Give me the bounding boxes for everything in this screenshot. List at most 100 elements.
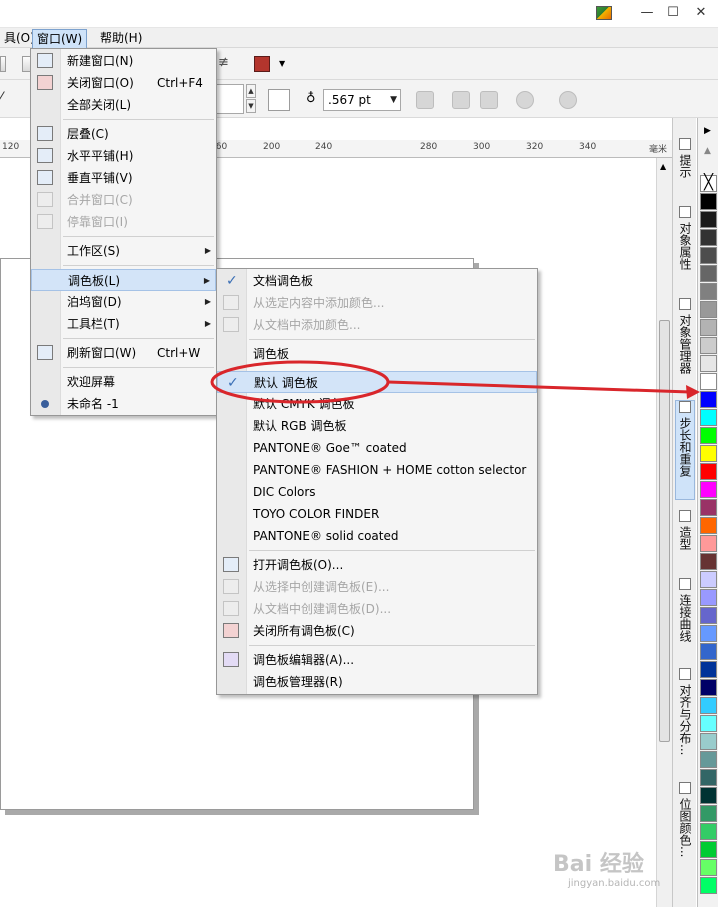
spin-up-icon[interactable]: ▲ — [246, 84, 256, 98]
menu-item-color-palettes[interactable]: 调色板(L) ▶ — [31, 269, 216, 291]
rounded-corner-icon[interactable] — [268, 89, 290, 111]
palette-flyout-icon[interactable]: ▶ — [704, 126, 711, 136]
menu-window[interactable]: 窗口(W) — [32, 29, 88, 49]
menu-item-close-window[interactable]: 关闭窗口(O) Ctrl+F4 — [31, 72, 216, 94]
menu-item-default-palette[interactable]: ✓ 默认 调色板 — [217, 371, 537, 393]
menu-help[interactable]: 帮助(H) — [96, 28, 146, 48]
color-swatch[interactable] — [700, 481, 717, 498]
wrap-text-icon[interactable] — [416, 91, 434, 109]
color-swatch[interactable] — [700, 499, 717, 516]
menu-item-open-palette[interactable]: 打开调色板(O)... — [217, 554, 537, 576]
menu-item-default-rgb[interactable]: 默认 RGB 调色板 — [217, 415, 537, 437]
docker-tab-hints[interactable]: 提示 — [675, 138, 695, 188]
minimize-button[interactable]: — — [636, 4, 658, 22]
outline-width-select[interactable]: .567 pt ▼ — [323, 89, 401, 111]
menu-item-pantone-fashion[interactable]: PANTONE® FASHION + HOME cotton selector — [217, 459, 537, 481]
docker-tab-step-repeat[interactable]: 步长和重复 — [675, 400, 695, 500]
menu-item-close-all[interactable]: 全部关闭(L) — [31, 94, 216, 116]
convert-icon[interactable] — [516, 91, 534, 109]
vertical-scrollbar[interactable]: ▲ — [656, 158, 672, 907]
toolbar-icon[interactable] — [0, 56, 6, 72]
color-swatch[interactable] — [700, 445, 717, 462]
docker-tab-object-properties[interactable]: 对象属性 — [675, 206, 695, 286]
size-field[interactable] — [216, 84, 244, 114]
menu-item-palette[interactable]: 调色板 — [217, 343, 537, 365]
color-swatch[interactable] — [700, 841, 717, 858]
restore-button[interactable]: ☐ — [662, 4, 684, 22]
color-swatch[interactable] — [700, 319, 717, 336]
docker-tab-connect-curves[interactable]: 连接曲线 — [675, 578, 695, 658]
color-swatch[interactable] — [700, 877, 717, 894]
color-swatch[interactable] — [700, 823, 717, 840]
color-swatch[interactable] — [700, 229, 717, 246]
menu-item-workspace[interactable]: 工作区(S) ▶ — [31, 240, 216, 262]
menu-item-welcome-screen[interactable]: 欢迎屏幕 — [31, 371, 216, 393]
menu-item-palette-editor[interactable]: 调色板编辑器(A)... — [217, 649, 537, 671]
no-color-swatch[interactable]: ╳ — [700, 175, 717, 192]
color-swatch[interactable] — [700, 391, 717, 408]
launcher-icon[interactable] — [254, 56, 270, 72]
color-swatch[interactable] — [700, 409, 717, 426]
scrollbar-thumb[interactable] — [659, 320, 670, 742]
to-front-icon[interactable] — [452, 91, 470, 109]
color-swatch[interactable] — [700, 679, 717, 696]
spin-down-icon[interactable]: ▼ — [246, 99, 256, 113]
color-swatch[interactable] — [700, 697, 717, 714]
color-swatch[interactable] — [700, 769, 717, 786]
menu-item-tile-vertical[interactable]: 垂直平铺(V) — [31, 167, 216, 189]
color-swatch[interactable] — [700, 211, 717, 228]
color-swatch[interactable] — [700, 571, 717, 588]
color-swatch[interactable] — [700, 193, 717, 210]
color-swatch[interactable] — [700, 733, 717, 750]
menu-item-default-cmyk[interactable]: 默认 CMYK 调色板 — [217, 393, 537, 415]
chevron-down-icon[interactable]: ▼ — [390, 90, 397, 110]
docker-tab-shaping[interactable]: 造型 — [675, 510, 695, 560]
menu-item-untitled-document[interactable]: 未命名 -1 — [31, 393, 216, 415]
color-swatch[interactable] — [700, 373, 717, 390]
menu-item-refresh-window[interactable]: 刷新窗口(W) Ctrl+W — [31, 342, 216, 364]
color-swatch[interactable] — [700, 661, 717, 678]
menu-item-dic-colors[interactable]: DIC Colors — [217, 481, 537, 503]
color-swatch[interactable] — [700, 643, 717, 660]
menu-item-pantone-goe[interactable]: PANTONE® Goe™ coated — [217, 437, 537, 459]
chevron-down-icon[interactable]: ▼ — [279, 59, 285, 68]
color-swatch[interactable] — [700, 715, 717, 732]
menu-item-dockers[interactable]: 泊坞窗(D) ▶ — [31, 291, 216, 313]
color-swatch[interactable] — [700, 607, 717, 624]
color-swatch[interactable] — [700, 805, 717, 822]
color-swatch[interactable] — [700, 301, 717, 318]
color-swatch[interactable] — [700, 247, 717, 264]
freehand-icon[interactable]: ⁄ — [0, 90, 2, 106]
docker-tab-object-manager[interactable]: 对象管理器 — [675, 298, 695, 388]
color-swatch[interactable] — [700, 553, 717, 570]
color-swatch[interactable] — [700, 427, 717, 444]
color-swatch[interactable] — [700, 337, 717, 354]
add-icon[interactable] — [559, 91, 577, 109]
palette-scroll-up-icon[interactable]: ▲ — [704, 146, 711, 156]
color-swatch[interactable] — [700, 859, 717, 876]
menu-item-new-window[interactable]: 新建窗口(N) — [31, 50, 216, 72]
menu-item-toolbars[interactable]: 工具栏(T) ▶ — [31, 313, 216, 335]
menu-item-tile-horizontal[interactable]: 水平平铺(H) — [31, 145, 216, 167]
color-swatch[interactable] — [700, 787, 717, 804]
color-swatch[interactable] — [700, 355, 717, 372]
color-swatch[interactable] — [700, 265, 717, 282]
menu-item-cascade[interactable]: 层叠(C) — [31, 123, 216, 145]
options-icon[interactable]: ≢ — [218, 56, 234, 72]
docker-tab-bitmap-color[interactable]: 位图颜色... — [675, 782, 695, 892]
color-swatch[interactable] — [700, 589, 717, 606]
menu-item-palette-manager[interactable]: 调色板管理器(R) — [217, 671, 537, 693]
color-swatch[interactable] — [700, 535, 717, 552]
color-swatch[interactable] — [700, 463, 717, 480]
menu-item-toyo[interactable]: TOYO COLOR FINDER — [217, 503, 537, 525]
docker-tab-align-distribute[interactable]: 对齐与分布... — [675, 668, 695, 778]
scroll-up-icon[interactable]: ▲ — [660, 162, 666, 171]
menu-item-close-all-palettes[interactable]: 关闭所有调色板(C) — [217, 620, 537, 642]
menu-item-pantone-solid[interactable]: PANTONE® solid coated — [217, 525, 537, 547]
color-swatch[interactable] — [700, 283, 717, 300]
to-back-icon[interactable] — [480, 91, 498, 109]
color-swatch[interactable] — [700, 751, 717, 768]
color-swatch[interactable] — [700, 625, 717, 642]
menu-item-document-palette[interactable]: ✓ 文档调色板 — [217, 270, 537, 292]
color-swatch[interactable] — [700, 517, 717, 534]
